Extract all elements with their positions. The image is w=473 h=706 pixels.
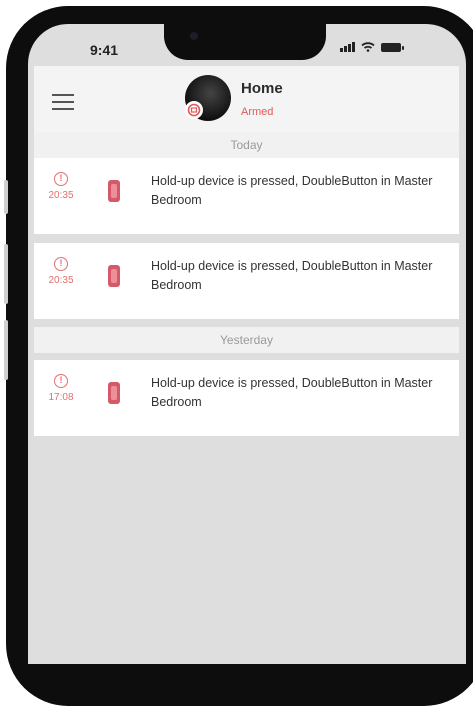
alert-circle-icon: ! — [54, 374, 68, 388]
double-button-icon — [108, 180, 120, 202]
battery-icon — [381, 42, 404, 52]
event-time: 20:35 — [48, 275, 74, 286]
phone-side-button — [4, 180, 8, 214]
status-time: 9:41 — [90, 42, 119, 58]
alert-circle-icon: ! — [54, 172, 68, 186]
camera-icon — [190, 32, 198, 40]
event-text: Hold-up device is pressed, DoubleButton … — [151, 376, 433, 409]
hamburger-menu-icon[interactable] — [52, 94, 74, 110]
hub-status: Armed — [241, 106, 274, 118]
double-button-icon — [108, 265, 120, 287]
event-row[interactable]: ! 17:08 Hold-up device is pressed, Doubl… — [34, 360, 459, 436]
armed-shield-icon — [185, 101, 203, 119]
status-icons — [340, 42, 404, 52]
event-time: 17:08 — [48, 392, 74, 403]
phone-side-button — [4, 244, 8, 304]
event-text: Hold-up device is pressed, DoubleButton … — [151, 174, 433, 207]
phone-notch — [164, 22, 326, 60]
event-row[interactable]: ! 20:35 Hold-up device is pressed, Doubl… — [34, 243, 459, 319]
wifi-icon — [361, 42, 375, 52]
double-button-icon — [108, 382, 120, 404]
event-row[interactable]: ! 20:35 Hold-up device is pressed, Doubl… — [34, 158, 459, 234]
app-header: Home Armed — [34, 66, 459, 132]
event-time: 20:35 — [48, 190, 74, 201]
event-text: Hold-up device is pressed, DoubleButton … — [151, 259, 433, 292]
alert-circle-icon: ! — [54, 257, 68, 271]
section-header-today: Today — [34, 132, 459, 158]
section-header-yesterday: Yesterday — [34, 327, 459, 353]
hub-name: Home — [241, 80, 283, 97]
phone-side-button — [4, 320, 8, 380]
signal-icon — [340, 42, 355, 52]
